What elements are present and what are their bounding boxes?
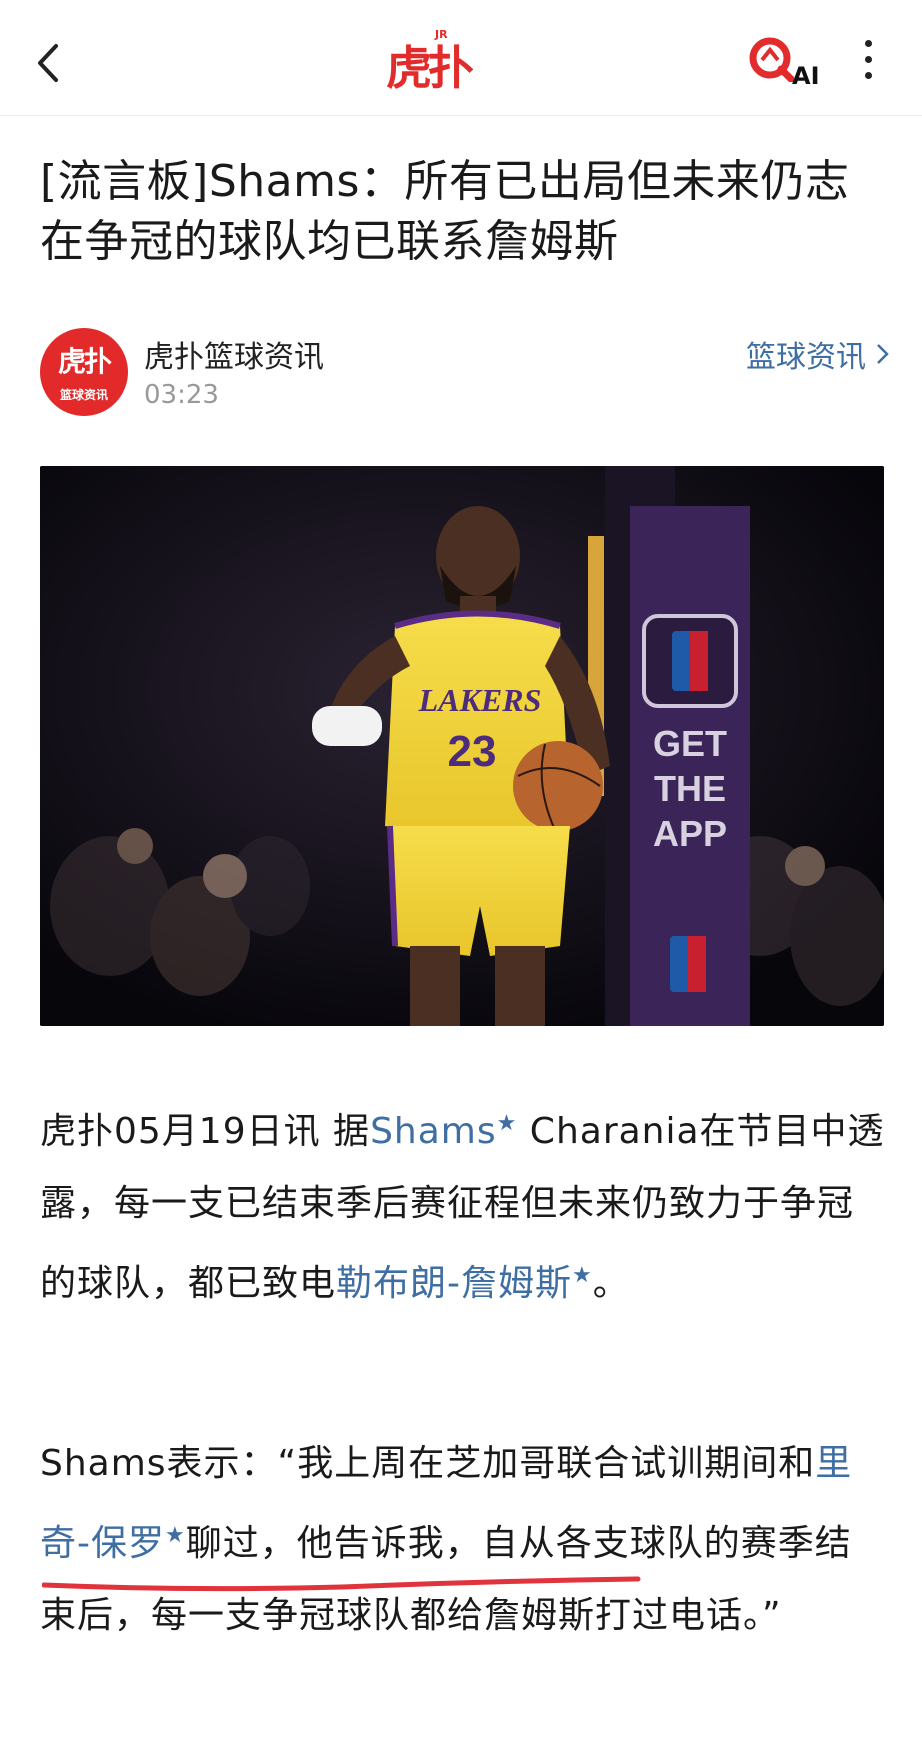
ai-search-icon — [749, 37, 794, 82]
jersey-team: LAKERS — [418, 682, 542, 718]
channel-label: 篮球资讯 — [746, 340, 866, 375]
avatar-logo-text: 虎扑 — [57, 345, 112, 378]
article-photo[interactable]: GET THE APP LAKERS 23 — [40, 466, 884, 1026]
top-bar: 虎扑 JR AI — [0, 0, 922, 116]
star-icon: ★ — [496, 1111, 518, 1136]
star-icon: ★ — [572, 1263, 593, 1288]
more-options-icon[interactable] — [856, 40, 880, 84]
back-arrow-icon[interactable] — [30, 38, 70, 88]
banner-line-2: THE — [654, 768, 726, 809]
channel-link[interactable]: 篮球资讯 — [746, 332, 890, 376]
logo-text: 虎扑 — [386, 41, 474, 95]
article-paragraph-2: Shams表示：“我上周在芝加哥联合试训期间和里奇-保罗★聊过，他告诉我，自从各… — [40, 1428, 888, 1652]
shams-link[interactable]: Shams — [370, 1111, 497, 1152]
paragraph-2-text-a: Shams表示：“我上周在芝加哥联合试训期间和 — [40, 1443, 816, 1484]
chevron-right-icon — [877, 344, 889, 364]
article-title: [流言板]Shams：所有已出局但未来仍志在争冠的球队均已联系詹姆斯 — [40, 156, 850, 267]
avatar-subtext: 篮球资讯 — [59, 388, 108, 402]
paragraph-1-text-a: 虎扑05月19日讯 据 — [40, 1111, 371, 1152]
banner-line-3: APP — [653, 813, 727, 854]
hupu-logo: 虎扑 JR — [380, 28, 480, 95]
paragraph-1-text-c: 。 — [592, 1263, 630, 1304]
publish-time: 03:23 — [144, 380, 219, 410]
player-photo-illustration: GET THE APP LAKERS 23 — [40, 466, 884, 1026]
jersey-number: 23 — [448, 727, 497, 776]
lebron-james-link[interactable]: 勒布朗-詹姆斯 — [336, 1263, 572, 1304]
article-paragraph-1: 虎扑05月19日讯 据Shams★ Charania在节目中透露，每一支已结束季… — [40, 1088, 888, 1320]
red-underline-annotation — [42, 1576, 641, 1592]
banner-line-1: GET — [653, 723, 727, 764]
author-row: 虎扑 篮球资讯 虎扑篮球资讯 03:23 篮球资讯 — [40, 328, 890, 418]
logo-jr-badge: JR — [435, 28, 448, 41]
ai-assistant-button[interactable]: AI — [748, 32, 828, 92]
ai-label: AI — [792, 62, 820, 90]
author-name[interactable]: 虎扑篮球资讯 — [144, 332, 324, 376]
author-avatar[interactable]: 虎扑 篮球资讯 — [40, 328, 128, 416]
star-icon: ★ — [165, 1523, 186, 1548]
